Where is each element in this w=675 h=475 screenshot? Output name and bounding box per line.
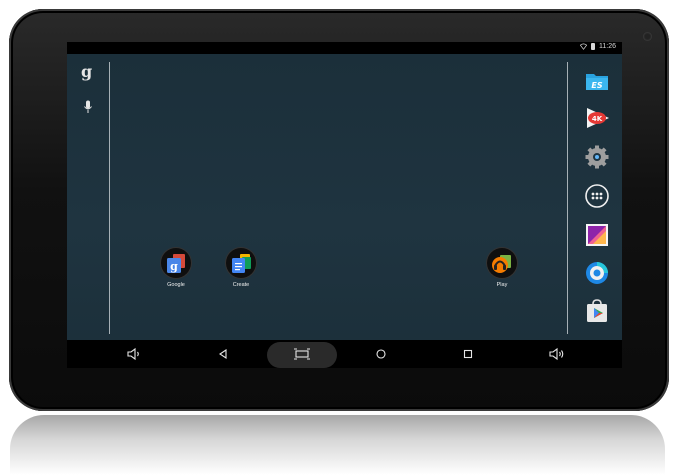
- status-time: 11:26: [599, 43, 616, 50]
- svg-text:ES: ES: [591, 81, 602, 90]
- play-folder-label: Play: [496, 282, 508, 288]
- volume-up-icon[interactable]: [537, 344, 577, 364]
- search-column: g: [67, 54, 109, 340]
- svg-text:g: g: [170, 260, 178, 273]
- google-folder[interactable]: g Google: [156, 248, 196, 288]
- navigation-bar: [67, 340, 622, 368]
- battery-icon: [591, 43, 595, 50]
- app-drawer-icon[interactable]: [583, 182, 611, 210]
- status-bar: 11:26: [67, 42, 622, 54]
- gallery-icon[interactable]: [583, 221, 611, 249]
- microphone-icon[interactable]: [83, 100, 93, 114]
- google-folder-label: Google: [167, 282, 185, 288]
- back-icon[interactable]: [203, 344, 243, 364]
- play-folder-icon: [487, 248, 517, 278]
- settings-icon[interactable]: [583, 143, 611, 171]
- tablet-reflection: [10, 415, 665, 475]
- 4k-player-icon[interactable]: 4K: [583, 104, 611, 132]
- create-folder-icon: [226, 248, 256, 278]
- tablet-screen: 11:26 g g Google Create Play ES 4K: [67, 42, 622, 368]
- right-dock: ES 4K: [572, 54, 622, 340]
- browser-icon[interactable]: [583, 259, 611, 287]
- google-search-icon[interactable]: g: [81, 62, 92, 81]
- home-screen: g g Google Create Play ES 4K: [67, 54, 622, 340]
- wifi-icon: [580, 43, 587, 50]
- google-folder-icon: g: [161, 248, 191, 278]
- recents-icon[interactable]: [448, 344, 488, 364]
- divider-right: [567, 62, 568, 334]
- volume-down-icon[interactable]: [114, 344, 154, 364]
- svg-text:4K: 4K: [592, 115, 603, 123]
- play-folder[interactable]: Play: [482, 248, 522, 288]
- camera: [643, 32, 652, 41]
- create-folder[interactable]: Create: [221, 248, 261, 288]
- es-file-explorer-icon[interactable]: ES: [583, 66, 611, 94]
- screenshot-icon[interactable]: [282, 344, 322, 364]
- create-folder-label: Create: [232, 282, 250, 288]
- home-icon[interactable]: [361, 344, 401, 364]
- play-store-icon[interactable]: [583, 297, 611, 325]
- divider-left: [109, 62, 110, 334]
